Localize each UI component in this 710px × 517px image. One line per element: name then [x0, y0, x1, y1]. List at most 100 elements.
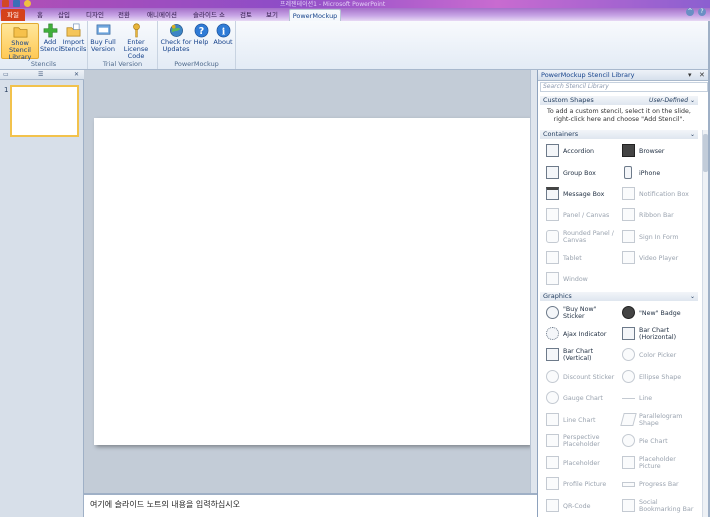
stencil-group-box[interactable]: Group Box — [544, 163, 619, 183]
stencil-progress-bar[interactable]: Progress Bar — [620, 474, 695, 494]
stencil-line[interactable]: Line — [620, 388, 695, 408]
placeholder-picture-icon — [622, 456, 635, 469]
stencil-social-bookmarking-bar[interactable]: Social Bookmarking Bar — [620, 496, 695, 516]
custom-shapes-filter[interactable]: User-Defined ⌄ — [649, 96, 695, 105]
stencil-panel-canvas[interactable]: Panel / Canvas — [544, 205, 619, 225]
tab-view[interactable]: 보기 — [264, 9, 280, 21]
stencil-new-badge[interactable]: "New" Badge — [620, 303, 695, 323]
import-stencils-button[interactable]: Import Stencils — [61, 23, 86, 59]
stencil-discount-sticker[interactable]: Discount Sticker — [544, 367, 619, 387]
check-for-updates-button[interactable]: Check for Updates — [160, 23, 192, 59]
stencil-accordion[interactable]: Accordion — [544, 141, 619, 161]
section-graphics[interactable]: Graphics ⌄ — [540, 292, 698, 301]
graphics-header: Graphics — [543, 292, 572, 300]
stencil-parallelogram-shape[interactable]: Parallelogram Shape — [620, 410, 695, 430]
panel-canvas-icon — [546, 208, 559, 221]
tab-slideshow[interactable]: 슬라이드 쇼 — [190, 9, 228, 21]
stencil-ribbon-bar[interactable]: Ribbon Bar — [620, 205, 695, 225]
folder-icon — [13, 27, 27, 38]
stencil-rounded-panel[interactable]: Rounded Panel / Canvas — [544, 227, 619, 247]
bar-chart-horizontal-icon — [622, 327, 635, 340]
stencil-sign-in-form[interactable]: Sign In Form — [620, 227, 695, 247]
notes-pane[interactable]: 여기에 슬라이드 노트의 내용을 입력하십시오 — [84, 493, 537, 517]
buy-full-version-label-2: Version — [91, 45, 115, 53]
group-box-icon — [546, 166, 559, 179]
add-stencil-button[interactable]: Add Stencil — [40, 23, 62, 59]
help-label: Help — [193, 38, 209, 46]
stencil-gauge-chart[interactable]: Gauge Chart — [544, 388, 619, 408]
tablet-icon — [546, 251, 559, 264]
stencil-color-picker[interactable]: Color Picker — [620, 345, 695, 365]
powerpoint-app-icon[interactable] — [2, 0, 9, 7]
stencil-message-box[interactable]: Message Box — [544, 184, 619, 204]
stencil-profile-picture[interactable]: Profile Picture — [544, 474, 619, 494]
editor-vertical-scrollbar[interactable] — [530, 70, 537, 493]
about-label: About — [213, 38, 233, 46]
social-bookmarking-bar-icon — [622, 499, 635, 512]
svg-text:i: i — [221, 26, 225, 37]
quick-access-toolbar — [2, 0, 31, 7]
title-bar: 프레젠테이션1 - Microsoft PowerPoint — [0, 0, 710, 8]
section-containers[interactable]: Containers ⌄ — [540, 130, 698, 139]
help-icon[interactable]: ? — [698, 8, 706, 16]
minimize-ribbon-icon[interactable]: ^ — [686, 8, 694, 16]
import-folder-icon — [66, 23, 81, 37]
stencil-buy-now-sticker[interactable]: "Buy Now" Sticker — [544, 303, 619, 323]
slide-thumbnail-pane: ▭ ☰ ✕ 1 — [0, 70, 84, 517]
stencil-ajax-indicator[interactable]: Ajax Indicator — [544, 324, 619, 344]
stencil-placeholder[interactable]: Placeholder — [544, 453, 619, 473]
tab-home[interactable]: 홈 — [34, 9, 46, 21]
stencil-video-player[interactable]: Video Player — [620, 248, 695, 268]
group-trial-version: Buy Full Version Enter License Code Tria… — [88, 21, 158, 69]
enter-license-code-label-1: Enter License — [123, 38, 149, 53]
help-button[interactable]: ? Help — [192, 23, 210, 59]
tab-transitions[interactable]: 전환 — [114, 9, 134, 21]
tab-powermockup[interactable]: PowerMockup — [289, 9, 341, 21]
stencil-tablet[interactable]: Tablet — [544, 248, 619, 268]
stencil-library-panel: PowerMockup Stencil Library ▾ ✕ Search S… — [537, 70, 710, 517]
stencil-notification-box[interactable]: Notification Box — [620, 184, 695, 204]
custom-shapes-message: To add a custom stencil, select it on th… — [547, 108, 691, 123]
group-stencils: Show Stencil Library Add Stencil Import … — [0, 21, 88, 69]
stencil-iphone[interactable]: iPhone — [620, 163, 695, 183]
outline-tab-icon[interactable]: ☰ — [38, 70, 43, 80]
slides-tab-icon[interactable]: ▭ — [3, 70, 9, 80]
slide-thumbnail[interactable] — [10, 85, 79, 137]
enter-license-code-button[interactable]: Enter License Code — [116, 23, 156, 60]
group-powermockup: Check for Updates ? Help i About PowerMo… — [158, 21, 236, 69]
stencil-browser[interactable]: Browser — [620, 141, 695, 161]
tab-review[interactable]: 검토 — [238, 9, 254, 21]
gauge-chart-icon — [546, 391, 559, 404]
save-icon[interactable] — [13, 0, 20, 7]
enter-license-code-label-2: Code — [127, 52, 145, 60]
about-button[interactable]: i About — [212, 23, 234, 59]
show-stencil-library-button[interactable]: Show Stencil Library — [1, 23, 39, 61]
stencil-pie-chart[interactable]: Pie Chart — [620, 431, 695, 451]
svg-text:?: ? — [198, 26, 203, 37]
stencil-bar-chart-horizontal[interactable]: Bar Chart (Horizontal) — [620, 324, 695, 344]
stencil-window[interactable]: Window — [544, 269, 619, 289]
stencil-search-input[interactable]: Search Stencil Library — [540, 82, 708, 92]
section-custom-shapes[interactable]: Custom Shapes User-Defined ⌄ — [540, 96, 698, 105]
ribbon-bar-icon — [622, 208, 635, 221]
cart-icon — [96, 24, 110, 35]
undo-icon[interactable] — [24, 0, 31, 7]
stencil-ellipse-shape[interactable]: Ellipse Shape — [620, 367, 695, 387]
perspective-placeholder-icon — [546, 434, 559, 447]
stencil-perspective-placeholder[interactable]: Perspective Placeholder — [544, 431, 619, 451]
show-stencil-library-label-1: Show Stencil — [9, 39, 31, 54]
tab-file[interactable]: 파일 — [1, 9, 25, 21]
stencil-bar-chart-vertical[interactable]: Bar Chart (Vertical) — [544, 345, 619, 365]
tab-design[interactable]: 디자인 — [83, 9, 107, 21]
tab-insert[interactable]: 삽입 — [55, 9, 73, 21]
color-picker-icon — [622, 348, 635, 361]
stencil-line-chart[interactable]: Line Chart — [544, 410, 619, 430]
stencil-placeholder-picture[interactable]: Placeholder Picture — [620, 453, 695, 473]
stencil-qr-code[interactable]: QR-Code — [544, 496, 619, 516]
tab-animations[interactable]: 애니메이션 — [144, 9, 180, 21]
close-pane-icon[interactable]: ✕ — [74, 70, 79, 80]
buy-full-version-button[interactable]: Buy Full Version — [90, 23, 116, 59]
slide-canvas[interactable] — [94, 118, 530, 445]
panel-dropdown-icon[interactable]: ▾ — [688, 70, 692, 81]
panel-close-icon[interactable]: ✕ — [699, 70, 705, 81]
